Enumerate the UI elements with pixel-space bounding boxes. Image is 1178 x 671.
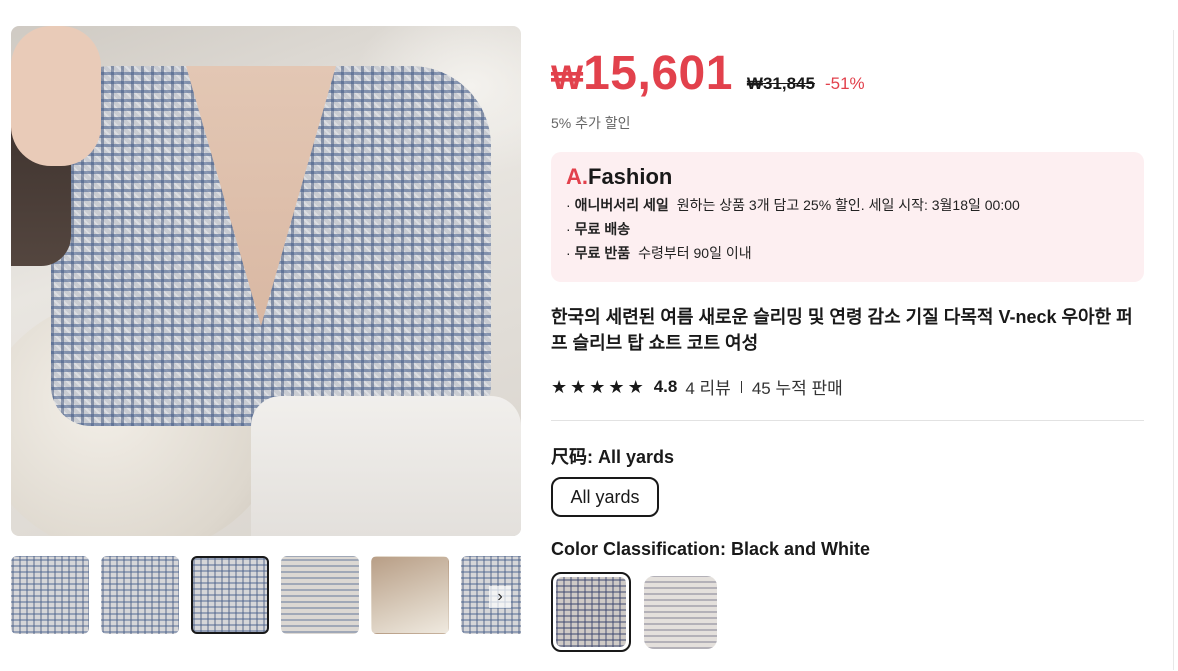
color-label: Color Classification: Black and White (551, 539, 871, 559)
thumbnail-strip (11, 556, 521, 636)
size-label: 尺码: All yards (551, 447, 675, 467)
thumbnail-3[interactable] (191, 556, 269, 634)
price-row: ₩ 15,601 ₩31,845 -51% (551, 46, 865, 101)
promo-line-free-returns: · 무료 반품 수령부터 90일 이내 (566, 245, 752, 261)
star-icon: ★ (627, 376, 644, 397)
rating-row[interactable]: ★ ★ ★ ★ ★ 4.8 4 리뷰 45 누적 판매 (551, 374, 843, 399)
discount-percent: -51% (824, 74, 865, 93)
color-option-2[interactable] (644, 576, 717, 649)
promo-line-anniversary: · 애니버서리 세일 원하는 상품 3개 담고 25% 할인. 세일 시작: 3월1… (566, 197, 1020, 213)
separator (740, 380, 742, 393)
star-icon: ★ (589, 376, 606, 397)
sale-price: 15,601 (583, 47, 733, 100)
review-count-link[interactable]: 4 리뷰 (685, 374, 730, 399)
brand-logo-prefix: A. (566, 164, 588, 189)
rating-stars: ★ ★ ★ ★ ★ (551, 378, 644, 396)
divider (551, 420, 1144, 421)
original-price: ₩31,845 (746, 74, 815, 93)
thumbnail-5[interactable] (371, 556, 449, 634)
color-swatch-image (556, 577, 626, 647)
product-title: 한국의 세련된 여름 새로운 슬리밍 및 연령 감소 기질 다목적 V-neck… (551, 307, 1133, 353)
extra-discount-text: 5% 추가 할인 (551, 115, 631, 131)
pants-shape (251, 396, 521, 536)
hand-shape (11, 26, 101, 166)
thumbnail-4[interactable] (281, 556, 359, 634)
panel-edge (1173, 30, 1174, 670)
color-option-1[interactable] (551, 572, 631, 652)
brand-logo[interactable]: A. Fashion (566, 164, 1129, 190)
chevron-right-icon[interactable]: › (489, 586, 511, 608)
star-icon: ★ (551, 376, 568, 397)
rating-value: 4.8 (653, 376, 678, 396)
sold-count: 45 누적 판매 (751, 379, 843, 398)
brand-logo-name: Fashion (588, 164, 673, 189)
thumbnail-2[interactable] (101, 556, 179, 634)
size-option-all-yards[interactable]: All yards (551, 477, 659, 517)
thumbnail-1[interactable] (11, 556, 89, 634)
star-icon: ★ (608, 376, 625, 397)
promo-line-free-shipping: · 무료 배송 (566, 221, 631, 237)
promo-box: A. Fashion · 애니버서리 세일 원하는 상품 3개 담고 25% 할인. … (551, 152, 1144, 282)
price-currency: ₩ (551, 59, 584, 97)
star-icon: ★ (570, 376, 587, 397)
main-product-image[interactable] (11, 26, 521, 536)
color-swatch-image (644, 576, 717, 649)
